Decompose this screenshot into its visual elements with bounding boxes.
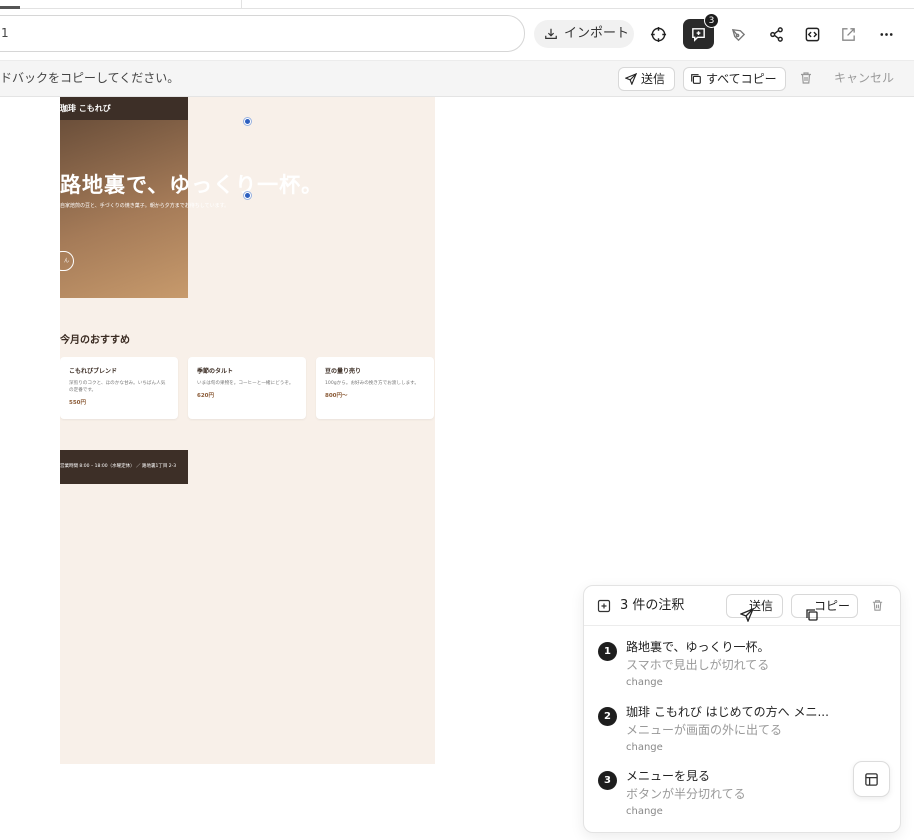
annotation-marker[interactable] [244,118,251,125]
site-footer: 営業時間 8:00 – 18:00（水曜定休） ／ 路地裏1丁目 2-3 [60,450,188,484]
tab-divider [241,0,242,9]
layout-icon [865,772,878,786]
trash-icon[interactable] [871,599,884,612]
copy-all-button-label: すべてコピー [706,72,777,86]
panel-header: 3 件の注釈 送信 コピー [584,586,900,626]
more-dots-icon [879,32,893,36]
annotation-target: メニューを見る [626,769,711,783]
annotation-number: 1 [598,642,617,661]
more-button[interactable] [872,20,900,48]
card-name: こもれびブレンド [69,368,118,375]
annotation-count-badge: 3 [704,13,719,28]
layout-toggle-button[interactable] [853,761,890,797]
annotation-marker[interactable] [244,192,251,199]
menu-card[interactable]: 季節のタルト いまは旬の果物を。コーヒーと一緒にどうぞ。 620円 [188,357,306,419]
panel-copy-button[interactable]: コピー [791,594,858,621]
card-desc: 深煎りのコクと、ほのかな甘み。いちばん人気の定番です。 [69,381,166,393]
copy-icon [806,609,818,621]
annotation-kind: change [626,677,663,688]
panel-title: 3 件の注釈 [620,598,685,613]
card-desc: いまは旬の果物を。コーヒーと一緒にどうぞ。 [197,381,294,386]
send-button[interactable]: 送信 [618,67,675,91]
card-desc: 100gから。お好みの挽き方でお渡しします。 [325,381,419,386]
embed-button[interactable] [798,20,826,48]
card-name: 豆の量り売り [325,368,362,375]
import-icon [545,28,557,39]
annotate-button[interactable]: 3 [683,13,719,49]
import-button-label: インポート [564,26,630,41]
site-header[interactable]: 珈琲 こもれび [60,97,188,120]
share-icon [769,26,783,42]
annotation-item[interactable]: 2 珈琲 こもれび はじめての方へ メニ... メニューが画面の外に出てる ch… [584,703,900,763]
copy-all-button[interactable]: すべてコピー [683,67,786,91]
annotation-comment: ボタンが半分切れてる [626,787,746,801]
url-input[interactable]: 1 [0,15,525,52]
code-icon [805,27,819,41]
annotation-kind: change [626,806,663,817]
share-button[interactable] [762,20,790,48]
hero-title[interactable]: 路地裏で、ゆっくり一杯。 [60,169,323,199]
annotation-comment: スマホで見出しが切れてる [626,658,770,672]
menu-card[interactable]: こもれびブレンド 深煎りのコクと、ほのかな甘み。いちばん人気の定番です。 550… [60,357,178,419]
open-external-button[interactable] [834,20,862,48]
annotation-number: 3 [598,771,617,790]
toolbar: 1 インポート 3 [0,9,914,60]
external-link-icon [841,27,855,41]
annotation-kind: change [626,742,663,753]
send-button-label: 送信 [641,72,666,86]
card-price: 550円 [69,400,86,406]
trash-icon[interactable] [799,71,813,85]
card-price: 800円〜 [325,393,348,399]
feedback-message: ドバックをコピーしてください。 [0,71,180,85]
target-button[interactable] [644,20,672,48]
tab-strip [0,0,914,9]
card-name: 季節のタルト [197,368,234,375]
send-icon [740,608,754,622]
hero-image [60,120,188,298]
annotation-target: 珈琲 こもれび はじめての方へ メニ... [626,705,829,719]
hero-subtitle: 自家焙煎の豆と、手づくりの焼き菓子。朝から夕方までお待ちしています。 [60,203,230,209]
draw-button[interactable] [724,20,752,48]
comment-plus-icon [597,599,611,613]
panel-copy-label: コピー [814,599,851,613]
pen-icon [731,28,745,41]
send-icon [625,73,637,85]
menu-card[interactable]: 豆の量り売り 100gから。お好みの挽き方でお渡しします。 800円〜 [316,357,434,419]
annotation-comment: メニューが画面の外に出てる [626,723,783,737]
comment-plus-icon [692,27,705,42]
panel-send-button[interactable]: 送信 [726,594,783,622]
section-title: 今月のおすすめ [60,335,130,346]
import-button[interactable]: インポート [534,20,634,48]
copy-icon [691,74,701,84]
crosshair-icon [650,26,666,42]
feedback-bar: ドバックをコピーしてください。 送信 すべてコピー キャンセル [0,60,914,97]
annotations-panel: 3 件の注釈 送信 コピー 1 路地裏で、ゆっくり一杯。 スマホで見出しが切れて… [583,585,901,833]
annotation-target: 路地裏で、ゆっくり一杯。 [626,640,770,654]
annotation-item[interactable]: 1 路地裏で、ゆっくり一杯。 スマホで見出しが切れてる change [584,638,900,698]
annotation-number: 2 [598,707,617,726]
cancel-button[interactable]: キャンセル [834,61,894,96]
card-price: 620円 [197,393,214,399]
